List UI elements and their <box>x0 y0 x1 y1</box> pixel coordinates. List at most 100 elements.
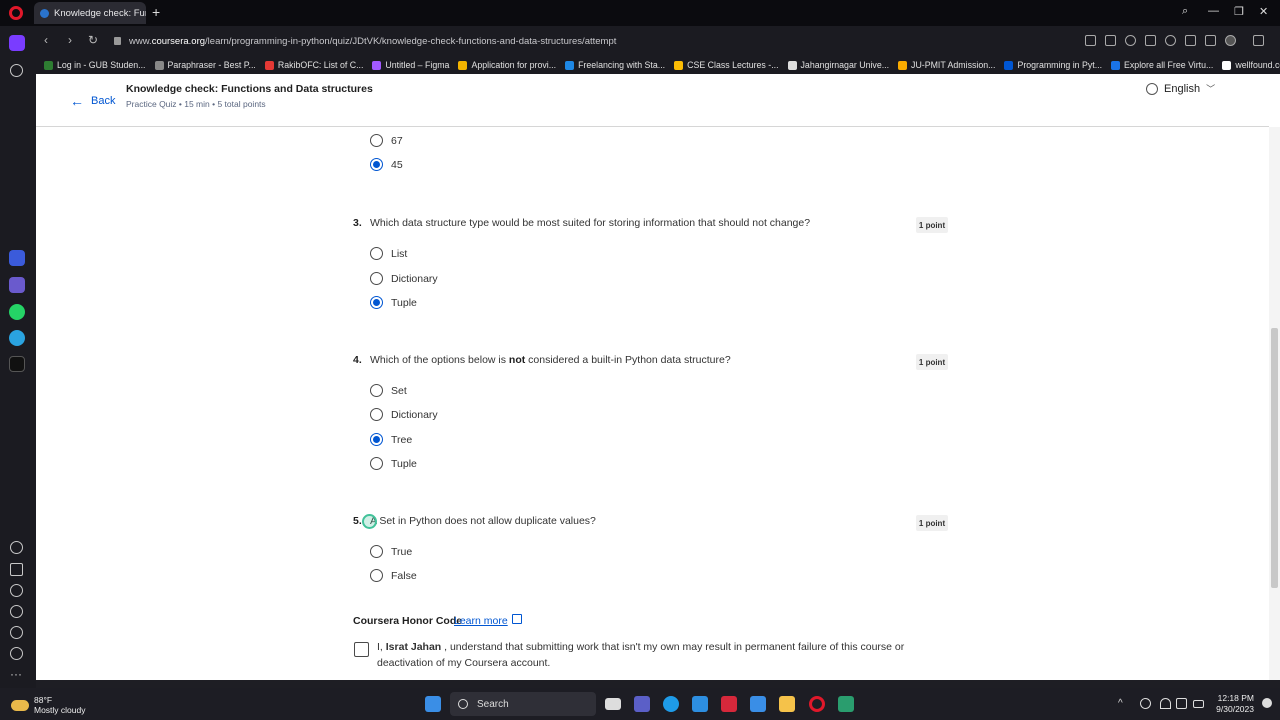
battery-icon[interactable] <box>1193 700 1204 708</box>
bookmark-item[interactable]: RakibOFC: List of C... <box>264 60 363 70</box>
history-icon[interactable] <box>10 605 23 618</box>
notification-icon[interactable] <box>1262 698 1272 708</box>
honor-code-checkbox[interactable] <box>354 642 369 657</box>
app-grid-icon[interactable] <box>721 696 737 712</box>
radio-button[interactable] <box>370 569 383 582</box>
taskbar-search[interactable]: Search <box>450 692 596 716</box>
home-icon[interactable] <box>9 35 25 51</box>
radio-button[interactable] <box>370 134 383 147</box>
radio-button[interactable] <box>370 158 383 171</box>
teams-icon[interactable] <box>634 696 650 712</box>
option-true[interactable]: True <box>370 545 412 558</box>
option-list[interactable]: List <box>370 247 407 260</box>
download-icon[interactable] <box>1185 35 1196 46</box>
play-icon[interactable] <box>1145 35 1156 46</box>
url-field[interactable]: www.coursera.org/learn/programming-in-py… <box>114 33 616 49</box>
file-explorer-icon[interactable] <box>779 696 795 712</box>
player-icon[interactable] <box>10 541 23 554</box>
heart-icon[interactable] <box>1165 35 1176 46</box>
store-icon[interactable] <box>692 696 708 712</box>
radio-button[interactable] <box>370 272 383 285</box>
option-tuple[interactable]: Tuple <box>370 457 417 470</box>
bookmark-item[interactable]: Untitled – Figma <box>372 60 449 70</box>
back-nav-icon[interactable]: ‹ <box>44 33 48 47</box>
address-bar: ‹ › ↻ www.coursera.org/learn/programming… <box>0 26 1280 56</box>
microphone-icon[interactable] <box>1140 698 1151 709</box>
whatsapp-icon[interactable] <box>9 304 25 320</box>
system-clock[interactable]: 12:18 PM 9/30/2023 <box>1208 693 1254 715</box>
mail-icon[interactable] <box>750 696 766 712</box>
radio-button[interactable] <box>370 247 383 260</box>
edit-icon[interactable] <box>1085 35 1096 46</box>
bookmark-item[interactable]: Programming in Pyt... <box>1004 60 1102 70</box>
camera-icon[interactable] <box>1105 35 1116 46</box>
bookmark-item[interactable]: wellfound.com/jobs/... <box>1222 60 1280 70</box>
option-set[interactable]: Set <box>370 384 407 397</box>
bookmark-item[interactable]: Application for provi... <box>458 60 556 70</box>
wifi-icon[interactable] <box>1160 698 1171 709</box>
bulb-icon[interactable] <box>10 647 23 660</box>
restore-button[interactable]: ❐ <box>1234 5 1244 18</box>
option-45[interactable]: 45 <box>370 158 403 171</box>
close-window-button[interactable]: ✕ <box>1259 5 1268 18</box>
radio-button[interactable] <box>370 433 383 446</box>
opera-logo-icon[interactable] <box>9 6 23 20</box>
bookmark-item[interactable]: Paraphraser - Best P... <box>154 60 256 70</box>
option-dictionary[interactable]: Dictionary <box>370 408 438 421</box>
back-button[interactable]: ← Back <box>70 94 115 108</box>
bookmark-label: Explore all Free Virtu... <box>1124 60 1214 70</box>
tiktok-icon[interactable] <box>9 356 25 372</box>
external-link-icon[interactable] <box>512 614 522 624</box>
settings-icon[interactable] <box>10 626 23 639</box>
menu-icon[interactable] <box>1205 35 1216 46</box>
radio-button[interactable] <box>370 545 383 558</box>
learn-more-link[interactable]: Learn more <box>454 615 508 627</box>
radio-button[interactable] <box>370 457 383 470</box>
bookmark-item[interactable]: Explore all Free Virtu... <box>1111 60 1213 70</box>
radio-button[interactable] <box>370 408 383 421</box>
reload-icon[interactable]: ↻ <box>88 33 98 47</box>
option-67[interactable]: 67 <box>370 134 403 147</box>
more-icon[interactable]: ··· <box>10 667 22 681</box>
star-icon[interactable] <box>10 64 23 77</box>
profile-icon[interactable] <box>1225 35 1236 46</box>
option-dictionary[interactable]: Dictionary <box>370 272 438 285</box>
bookmark-item[interactable]: Jahangirnagar Unive... <box>787 60 889 70</box>
option-false[interactable]: False <box>370 569 417 582</box>
coursera-favicon-icon <box>40 8 49 18</box>
task-view-icon[interactable] <box>605 698 621 710</box>
browser-tab[interactable]: Knowledge check: Functio <box>34 2 146 24</box>
search-tabs-icon[interactable]: ⌕ <box>1182 5 1188 18</box>
radio-button[interactable] <box>370 384 383 397</box>
send-icon[interactable] <box>10 563 23 576</box>
chevron-up-icon[interactable]: ^ <box>1118 698 1129 709</box>
bookmark-item[interactable]: Freelancing with Sta... <box>565 60 665 70</box>
heart-sidebar-icon[interactable] <box>10 584 23 597</box>
bookmark-item[interactable]: CSE Class Lectures -... <box>674 60 779 70</box>
windows-start-icon[interactable] <box>425 696 441 712</box>
bookmark-item[interactable]: JU-PMIT Admission... <box>898 60 995 70</box>
new-tab-button[interactable]: + <box>152 5 160 19</box>
option-label: 67 <box>391 134 403 147</box>
option-tree[interactable]: Tree <box>370 433 412 446</box>
vscode-icon[interactable] <box>838 696 854 712</box>
messenger-icon[interactable] <box>9 277 25 293</box>
edge-icon[interactable] <box>663 696 679 712</box>
forward-nav-icon[interactable]: › <box>68 33 72 47</box>
extensions-icon[interactable] <box>1253 35 1264 46</box>
telegram-icon[interactable] <box>9 330 25 346</box>
aria-icon[interactable] <box>9 250 25 266</box>
language-selector[interactable]: English ﹀ <box>1146 82 1215 95</box>
radio-button[interactable] <box>370 296 383 309</box>
volume-icon[interactable] <box>1176 698 1187 709</box>
scrollbar-thumb[interactable] <box>1271 328 1278 588</box>
shield-icon[interactable] <box>1125 35 1136 46</box>
opera-taskbar-icon[interactable] <box>809 696 825 712</box>
bookmark-label: Log in - GUB Studen... <box>57 60 146 70</box>
option-tuple[interactable]: Tuple <box>370 296 417 309</box>
bookmark-favicon-icon <box>372 60 382 70</box>
weather-widget[interactable]: 88°F Mostly cloudy <box>11 695 86 715</box>
minimize-button[interactable]: — <box>1208 5 1219 17</box>
bookmark-label: Application for provi... <box>471 60 557 70</box>
bookmark-item[interactable]: Log in - GUB Studen... <box>44 60 146 70</box>
